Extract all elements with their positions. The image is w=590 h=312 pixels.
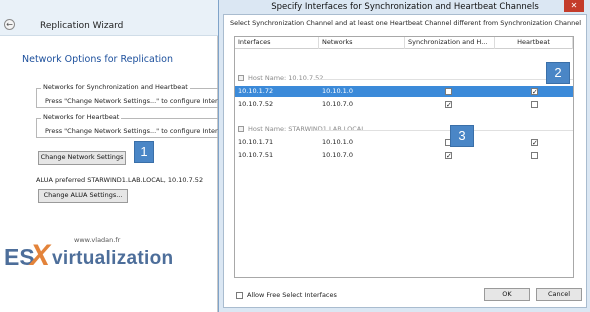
interfaces-dialog: Specify Interfaces for Synchronization a… [218, 0, 590, 312]
heartbeat-group: Networks for Heartbeat Press "Change Net… [36, 113, 228, 138]
sync-checkbox[interactable]: ✓ [445, 152, 452, 160]
column-header-sync[interactable]: Synchronization and H... [405, 37, 495, 49]
table-row[interactable]: 10.10.7.52 10.10.7.0 ✓ [235, 99, 573, 110]
sync-heartbeat-group: Networks for Synchronization and Heartbe… [36, 83, 224, 108]
wizard-title: Replication Wizard [40, 21, 124, 31]
callout-badge-1: 1 [134, 141, 154, 163]
dialog-title: Specify Interfaces for Synchronization a… [271, 2, 539, 12]
dialog-body: Select Synchronization Channel and at le… [223, 14, 587, 308]
sync-checkbox[interactable]: ✓ [445, 101, 452, 109]
collapse-icon[interactable] [238, 126, 244, 132]
change-alua-settings-button[interactable]: Change ALUA Settings... [38, 189, 128, 203]
group-divider [315, 79, 573, 80]
host-group-label: Host Name: 10.10.7.52 [248, 74, 324, 82]
sync-group-text: Press "Change Network Settings..." to co… [45, 97, 224, 105]
alua-preferred-text: ALUA preferred STARWIND1.LAB.LOCAL, 10.1… [36, 176, 204, 184]
allow-free-select-label[interactable]: Allow Free Select Interfaces [247, 291, 337, 299]
wizard-titlebar: ← Replication Wizard [0, 0, 218, 36]
cell-interface: 10.10.7.51 [238, 151, 274, 159]
heartbeat-group-text: Press "Change Network Settings..." to co… [45, 127, 228, 135]
host-group-row[interactable]: Host Name: 10.10.7.52 [235, 73, 573, 84]
back-arrow-icon[interactable]: ← [4, 19, 15, 30]
table-row[interactable]: 10.10.1.71 10.10.1.0 ✓ [235, 137, 573, 148]
cell-network: 10.10.1.0 [322, 138, 354, 146]
logo-x: X [30, 239, 51, 272]
heartbeat-group-legend: Networks for Heartbeat [41, 113, 122, 121]
cell-interface: 10.10.7.52 [238, 100, 274, 108]
logo-url: www.vladan.fr [74, 236, 121, 244]
cell-network: 10.10.7.0 [322, 151, 354, 159]
grid-header: Interfaces Networks Synchronization and … [235, 37, 573, 49]
column-header-networks[interactable]: Networks [319, 37, 405, 49]
allow-free-select-checkbox[interactable] [236, 292, 243, 299]
table-row[interactable]: 10.10.7.51 10.10.7.0 ✓ [235, 150, 573, 161]
table-row[interactable]: 10.10.1.72 10.10.1.0 ✓ [235, 86, 573, 97]
heartbeat-checkbox[interactable]: ✓ [531, 88, 538, 96]
column-header-interfaces[interactable]: Interfaces [235, 37, 319, 49]
replication-wizard-window: ← Replication Wizard Network Options for… [0, 0, 228, 312]
group-divider [315, 130, 573, 131]
sync-checkbox[interactable] [445, 88, 452, 95]
cell-network: 10.10.7.0 [322, 100, 354, 108]
dialog-instruction: Select Synchronization Channel and at le… [230, 19, 582, 27]
collapse-icon[interactable] [238, 75, 244, 81]
column-header-heartbeat[interactable]: Heartbeat [495, 37, 573, 49]
esxvirtualization-logo: www.vladan.fr ES X virtualization [4, 236, 212, 280]
interfaces-grid: Interfaces Networks Synchronization and … [234, 36, 574, 278]
close-icon[interactable]: ✕ [564, 0, 584, 12]
callout-badge-2: 2 [546, 62, 570, 84]
page-heading: Network Options for Replication [22, 54, 174, 65]
host-group-label: Host Name: STARWIND1.LAB.LOCAL [248, 125, 365, 133]
cell-interface: 10.10.1.72 [238, 87, 274, 95]
ok-button[interactable]: OK [484, 288, 530, 301]
heartbeat-checkbox[interactable] [531, 101, 538, 108]
cell-interface: 10.10.1.71 [238, 138, 274, 146]
host-group-row[interactable]: Host Name: STARWIND1.LAB.LOCAL [235, 124, 573, 135]
heartbeat-checkbox[interactable]: ✓ [531, 139, 538, 147]
sync-group-legend: Networks for Synchronization and Heartbe… [41, 83, 190, 91]
change-network-settings-button[interactable]: Change Network Settings [38, 151, 126, 165]
cell-network: 10.10.1.0 [322, 87, 354, 95]
cancel-button[interactable]: Cancel [536, 288, 582, 301]
callout-badge-3: 3 [450, 125, 474, 147]
logo-word: virtualization [52, 248, 174, 269]
heartbeat-checkbox[interactable] [531, 152, 538, 159]
